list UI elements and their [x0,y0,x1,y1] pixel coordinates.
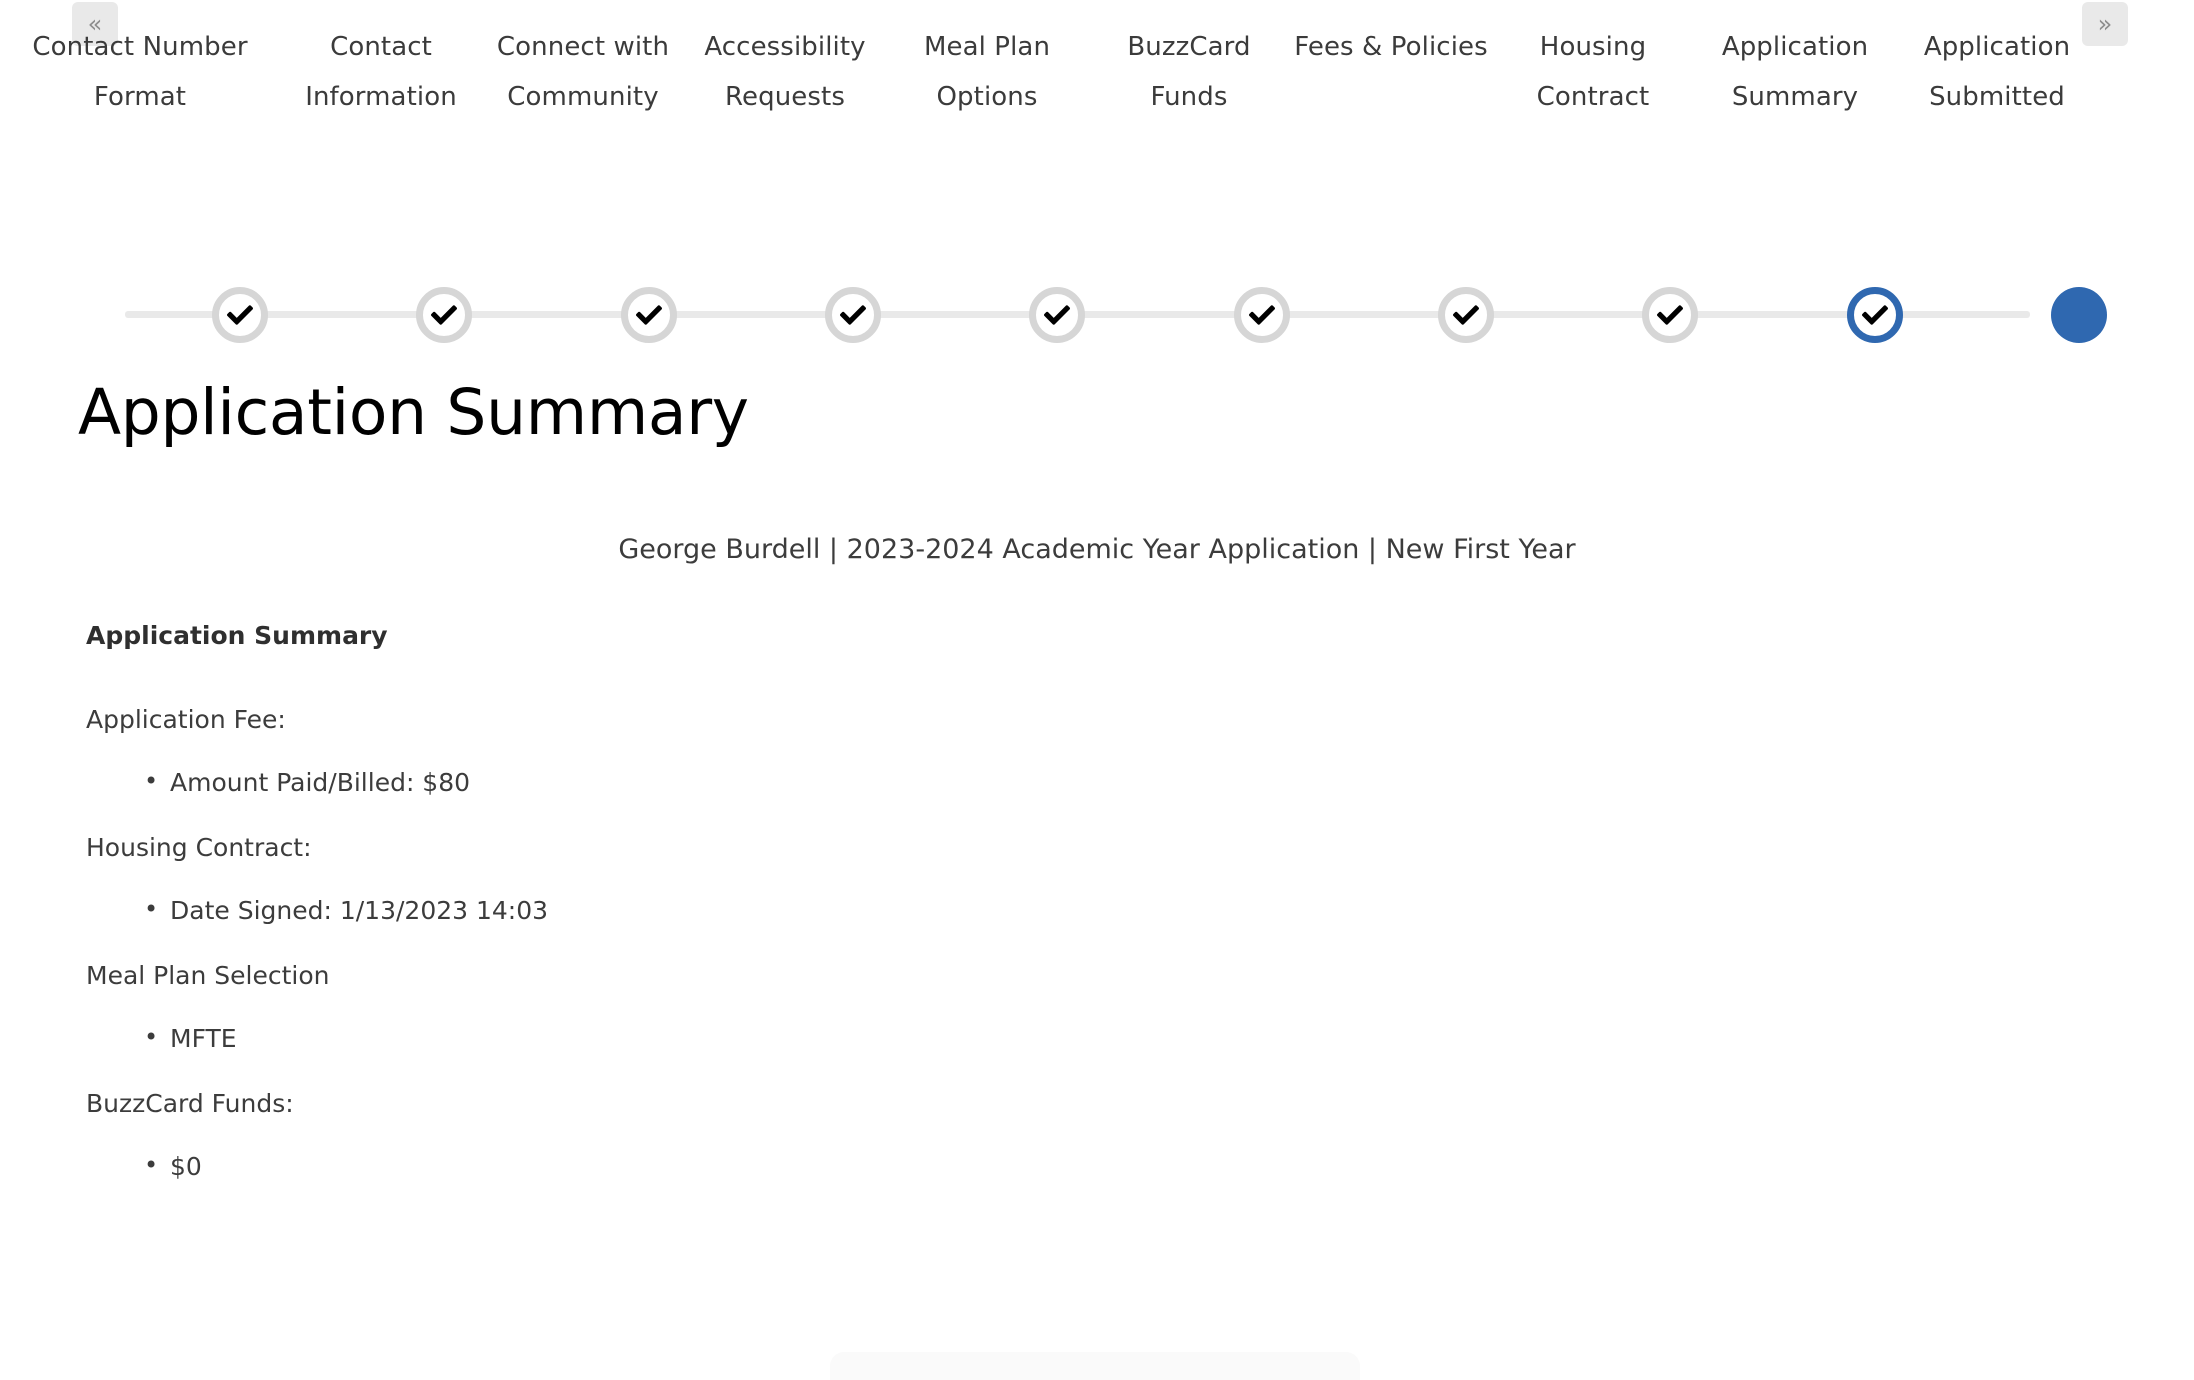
group-list-application-fee: Amount Paid/Billed: $80 [86,767,2194,797]
stepper-header: « » Contact Number Format Contact Inform… [0,0,2194,180]
page-title: Application Summary [78,376,749,449]
application-summary-page: « » Contact Number Format Contact Inform… [0,0,2194,1380]
check-icon [1657,305,1683,325]
step-label-application-summary[interactable]: Application Summary [1694,22,1896,122]
main-content: Application Summary George Burdell | 202… [0,376,2194,1217]
group-label-meal-plan-selection: Meal Plan Selection [86,961,330,991]
check-icon [1249,305,1275,325]
stepper-node-7[interactable] [1438,287,1494,343]
step-label-housing-contract[interactable]: Housing Contract [1492,22,1694,122]
step-label-row: Contact Number Format Contact Informatio… [0,22,2194,122]
group-list-housing-contract: Date Signed: 1/13/2023 14:03 [86,895,2194,925]
stepper-node-9[interactable] [1847,287,1903,343]
summary-body: Application Summary Application Fee: Amo… [0,621,2194,1181]
check-icon [840,305,866,325]
check-icon [636,305,662,325]
group-label-application-fee: Application Fee: [86,705,286,735]
step-label-application-submitted[interactable]: Application Submitted [1896,22,2098,122]
section-heading: Application Summary [86,621,388,651]
list-item: Date Signed: 1/13/2023 14:03 [144,895,2194,925]
step-label-buzzcard-funds[interactable]: BuzzCard Funds [1088,22,1290,122]
bottom-panel-edge [830,1352,1360,1380]
stepper-node-8[interactable] [1642,287,1698,343]
stepper-node-3[interactable] [621,287,677,343]
list-item: MFTE [144,1023,2194,1053]
check-icon [1862,305,1888,325]
stepper-nodes [0,268,2194,368]
group-label-buzzcard-funds: BuzzCard Funds: [86,1089,294,1119]
stepper-node-10[interactable] [2051,287,2107,343]
stepper-progress-track [0,268,2194,368]
check-icon [227,305,253,325]
list-item: Amount Paid/Billed: $80 [144,767,2194,797]
step-label-contact-information[interactable]: Contact Information [280,22,482,122]
stepper-node-4[interactable] [825,287,881,343]
check-icon [1044,305,1070,325]
list-item: $0 [144,1151,2194,1181]
step-label-accessibility-requests[interactable]: Accessibility Requests [684,22,886,122]
group-label-housing-contract: Housing Contract: [86,833,312,863]
stepper-node-1[interactable] [212,287,268,343]
check-icon [1453,305,1479,325]
stepper-node-6[interactable] [1234,287,1290,343]
applicant-subtitle: George Burdell | 2023-2024 Academic Year… [618,534,1576,566]
step-label-contact-number-format[interactable]: Contact Number Format [0,22,280,122]
step-label-fees-and-policies[interactable]: Fees & Policies [1290,22,1492,122]
step-label-meal-plan-options[interactable]: Meal Plan Options [886,22,1088,122]
stepper-node-5[interactable] [1029,287,1085,343]
group-list-buzzcard-funds: $0 [86,1151,2194,1181]
group-list-meal-plan-selection: MFTE [86,1023,2194,1053]
step-label-connect-with-community[interactable]: Connect with Community [482,22,684,122]
check-icon [431,305,457,325]
stepper-node-2[interactable] [416,287,472,343]
